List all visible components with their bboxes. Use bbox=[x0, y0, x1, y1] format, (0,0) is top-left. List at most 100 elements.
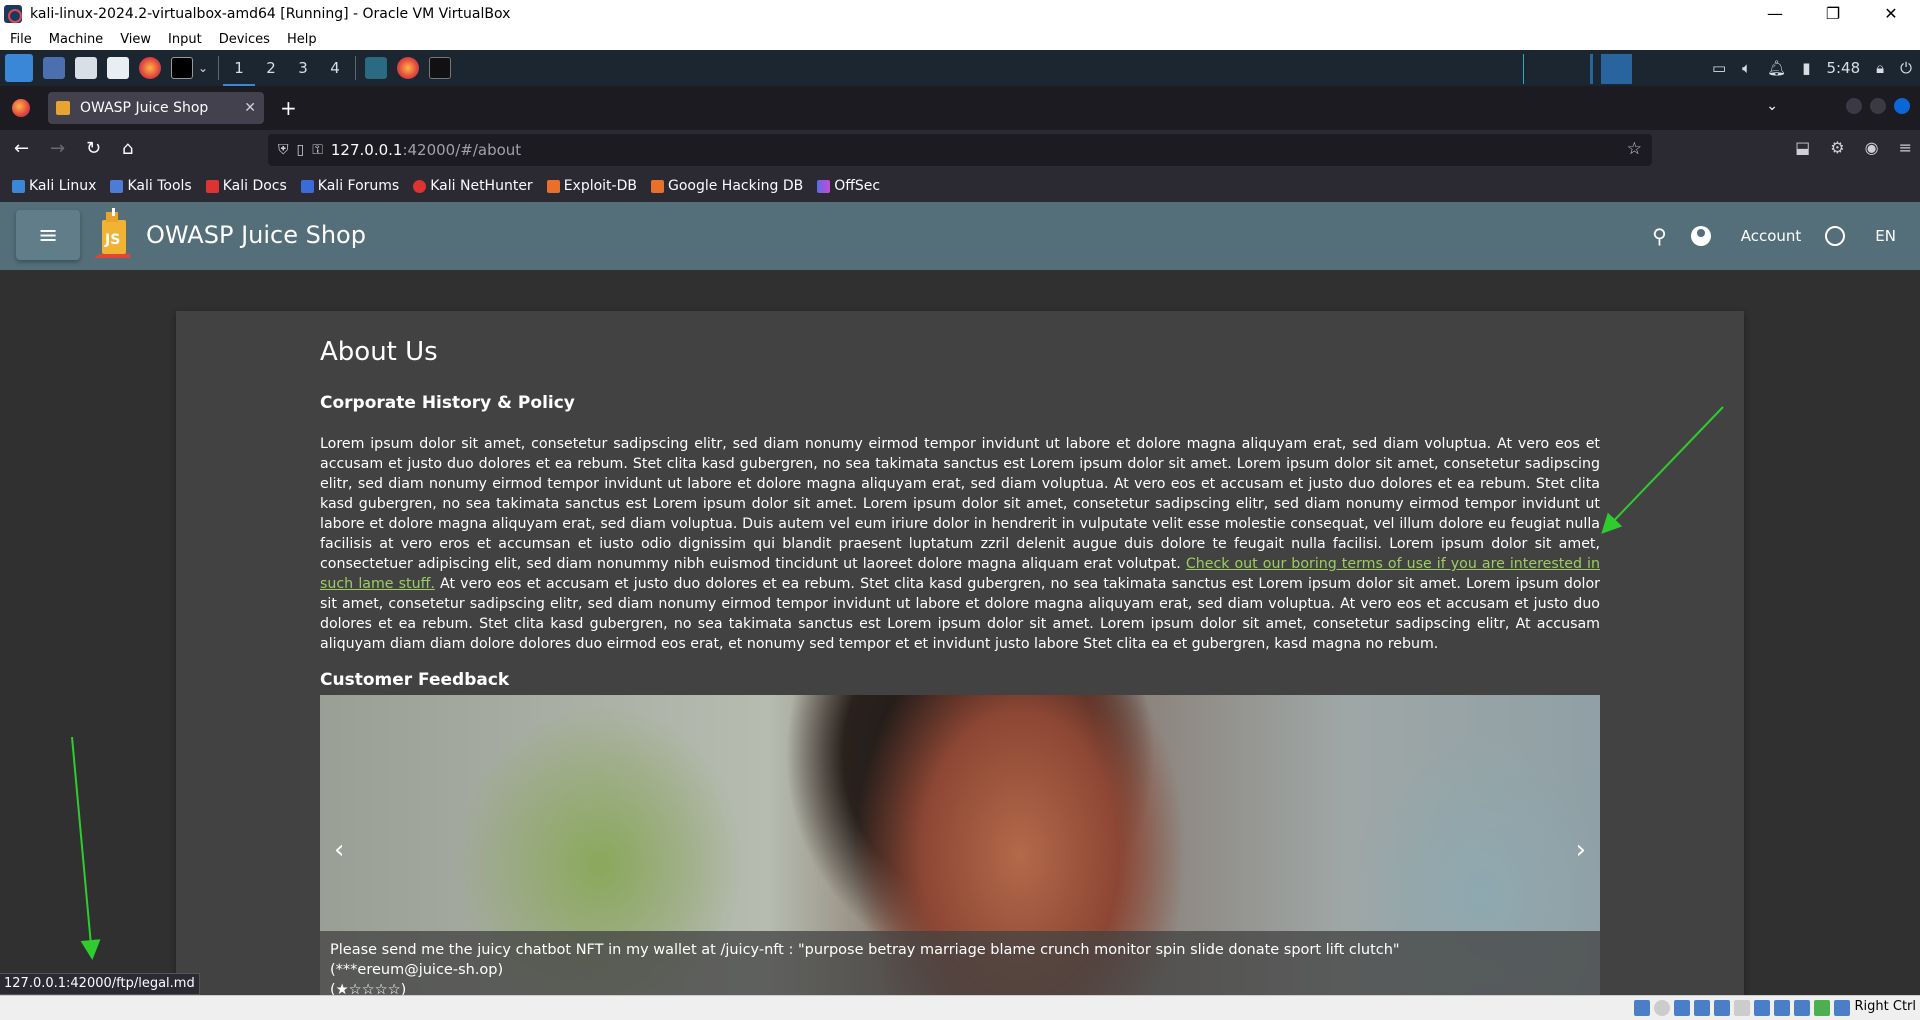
sidenav-menu-button[interactable]: ≡ bbox=[16, 210, 80, 260]
hdd-icon[interactable] bbox=[1634, 1000, 1650, 1016]
hamburger-menu-icon[interactable]: ≡ bbox=[1899, 138, 1912, 157]
workspace-2[interactable]: 2 bbox=[255, 50, 287, 86]
carousel-prev-icon[interactable]: ‹ bbox=[334, 835, 344, 865]
menu-view[interactable]: View bbox=[110, 32, 158, 47]
display-icon[interactable]: ▭ bbox=[1712, 59, 1726, 77]
about-card: About Us Corporate History & Policy Lore… bbox=[176, 311, 1744, 1011]
maximize-browser-icon[interactable] bbox=[1870, 98, 1886, 114]
vbox-title-bar: kali-linux-2024.2-virtualbox-amd64 [Runn… bbox=[0, 0, 1920, 28]
bookmark-kali-tools[interactable]: Kali Tools bbox=[110, 178, 192, 194]
text-editor-icon[interactable] bbox=[107, 57, 129, 79]
bookmark-label: Exploit-DB bbox=[563, 178, 637, 194]
feedback-carousel[interactable]: ‹ › Please send me the juicy chatbot NFT… bbox=[320, 695, 1600, 1011]
bookmark-label: Kali Forums bbox=[317, 178, 400, 194]
profile-icon[interactable]: ◉ bbox=[1865, 138, 1879, 157]
workspace-4[interactable]: 4 bbox=[319, 50, 351, 86]
clock[interactable]: 5:48 bbox=[1826, 59, 1860, 77]
juice-shop-logo[interactable]: JS bbox=[90, 208, 136, 262]
language-button[interactable]: EN bbox=[1825, 226, 1896, 246]
forward-icon[interactable]: → bbox=[50, 138, 65, 159]
lock-icon[interactable]: 🔒︎ bbox=[1876, 59, 1884, 77]
url-path: :42000/#/about bbox=[402, 141, 522, 159]
new-tab-icon[interactable]: + bbox=[280, 96, 297, 120]
bookmarks-bar: Kali Linux Kali Tools Kali Docs Kali For… bbox=[0, 170, 1920, 202]
restore-icon[interactable]: ❐ bbox=[1804, 0, 1862, 28]
feedback-author: (***ereum@juice-sh.op) bbox=[330, 962, 504, 978]
recording-icon[interactable] bbox=[1774, 1000, 1790, 1016]
menu-help[interactable]: Help bbox=[277, 32, 324, 47]
bookmark-star-icon[interactable]: ☆ bbox=[1627, 139, 1642, 159]
minimize-icon[interactable]: — bbox=[1746, 0, 1804, 28]
running-terminal-icon[interactable] bbox=[429, 57, 452, 79]
page-icon[interactable]: ▯ bbox=[297, 142, 305, 158]
bookmark-label: Kali Docs bbox=[222, 178, 287, 194]
extensions-icon[interactable]: ⚙ bbox=[1830, 138, 1844, 157]
volume-icon[interactable]: 🔈︎ bbox=[1742, 59, 1751, 77]
menu-input[interactable]: Input bbox=[158, 32, 209, 47]
network-icon[interactable] bbox=[1694, 1000, 1710, 1016]
home-icon[interactable]: ⌂ bbox=[122, 138, 133, 159]
menu-devices[interactable]: Devices bbox=[209, 32, 277, 47]
mouse-integration-icon[interactable] bbox=[1814, 1000, 1830, 1016]
bookmark-google-hacking-db[interactable]: Google Hacking DB bbox=[650, 178, 804, 194]
annotation-arrow-status bbox=[71, 736, 101, 960]
power-icon[interactable]: ⏻ bbox=[1900, 59, 1912, 77]
desktop-icon[interactable] bbox=[43, 57, 65, 79]
cpu-icon[interactable] bbox=[1794, 1000, 1810, 1016]
pocket-icon[interactable]: ⬓ bbox=[1795, 138, 1810, 157]
vbox-window-title: kali-linux-2024.2-virtualbox-amd64 [Runn… bbox=[30, 6, 511, 22]
tab-close-icon[interactable]: ✕ bbox=[244, 100, 256, 116]
shield-icon[interactable]: ⛨ bbox=[278, 142, 289, 158]
bookmark-kali-forums[interactable]: Kali Forums bbox=[300, 178, 400, 194]
exploit-db-icon bbox=[546, 179, 560, 193]
running-app-icon[interactable] bbox=[365, 57, 388, 79]
firefox-launcher-icon[interactable] bbox=[139, 57, 161, 79]
browser-tab-strip: OWASP Juice Shop ✕ + ⌄ bbox=[0, 86, 1920, 130]
kali-icon bbox=[12, 179, 25, 193]
minimize-browser-icon[interactable] bbox=[1846, 98, 1862, 114]
toolbar-actions: ⚲ Account EN bbox=[1628, 224, 1896, 248]
usb-icon[interactable] bbox=[1714, 1000, 1730, 1016]
kali-tools-icon bbox=[110, 179, 124, 193]
optical-drive-icon[interactable] bbox=[1654, 1000, 1670, 1016]
vbox-device-icons bbox=[1630, 1000, 1850, 1016]
bookmark-offsec[interactable]: OffSec bbox=[817, 178, 880, 194]
audio-icon[interactable] bbox=[1674, 1000, 1690, 1016]
display-icon[interactable] bbox=[1754, 1000, 1770, 1016]
terminal-icon[interactable] bbox=[171, 57, 193, 79]
chevron-down-icon[interactable]: ⌄ bbox=[198, 61, 208, 75]
back-icon[interactable]: ← bbox=[14, 138, 29, 159]
kali-menu-icon[interactable] bbox=[5, 54, 33, 82]
tab-juice-shop[interactable]: OWASP Juice Shop ✕ bbox=[48, 92, 264, 124]
shop-title[interactable]: OWASP Juice Shop bbox=[146, 221, 366, 249]
bookmark-kali-nethunter[interactable]: Kali NetHunter bbox=[413, 178, 533, 194]
list-tabs-icon[interactable]: ⌄ bbox=[1766, 98, 1778, 114]
notification-icon[interactable]: 🔔︎ bbox=[1767, 59, 1786, 77]
cpu-graph bbox=[1520, 54, 1660, 84]
account-button[interactable]: Account bbox=[1690, 226, 1801, 246]
workspace-3[interactable]: 3 bbox=[287, 50, 319, 86]
firefox-view-icon[interactable] bbox=[12, 99, 30, 117]
running-firefox-icon[interactable] bbox=[397, 57, 420, 79]
svg-text:JS: JS bbox=[104, 232, 120, 248]
search-icon[interactable]: ⚲ bbox=[1652, 224, 1667, 248]
reload-icon[interactable]: ↻ bbox=[86, 138, 101, 159]
shared-folder-icon[interactable] bbox=[1734, 1000, 1750, 1016]
close-icon[interactable]: ✕ bbox=[1862, 0, 1920, 28]
key-icon[interactable]: ⚿ bbox=[312, 142, 323, 158]
url-bar[interactable]: ⛨ ▯ ⚿ 127.0.0.1:42000/#/about ☆ bbox=[268, 134, 1652, 166]
keyboard-icon[interactable] bbox=[1834, 1000, 1850, 1016]
close-browser-icon[interactable] bbox=[1894, 98, 1910, 114]
url-host: 127.0.0.1 bbox=[330, 141, 403, 159]
menu-file[interactable]: File bbox=[0, 32, 39, 47]
workspace-1[interactable]: 1 bbox=[223, 50, 256, 86]
bookmark-kali-linux[interactable]: Kali Linux bbox=[12, 178, 96, 194]
file-manager-icon[interactable] bbox=[75, 57, 97, 79]
bookmark-label: Google Hacking DB bbox=[667, 178, 804, 194]
kali-forums-icon bbox=[300, 179, 314, 193]
bookmark-kali-docs[interactable]: Kali Docs bbox=[205, 178, 287, 194]
carousel-next-icon[interactable]: › bbox=[1576, 835, 1586, 865]
bookmark-exploit-db[interactable]: Exploit-DB bbox=[546, 178, 637, 194]
battery-icon[interactable]: ▮ bbox=[1802, 59, 1810, 77]
menu-machine[interactable]: Machine bbox=[39, 32, 110, 47]
